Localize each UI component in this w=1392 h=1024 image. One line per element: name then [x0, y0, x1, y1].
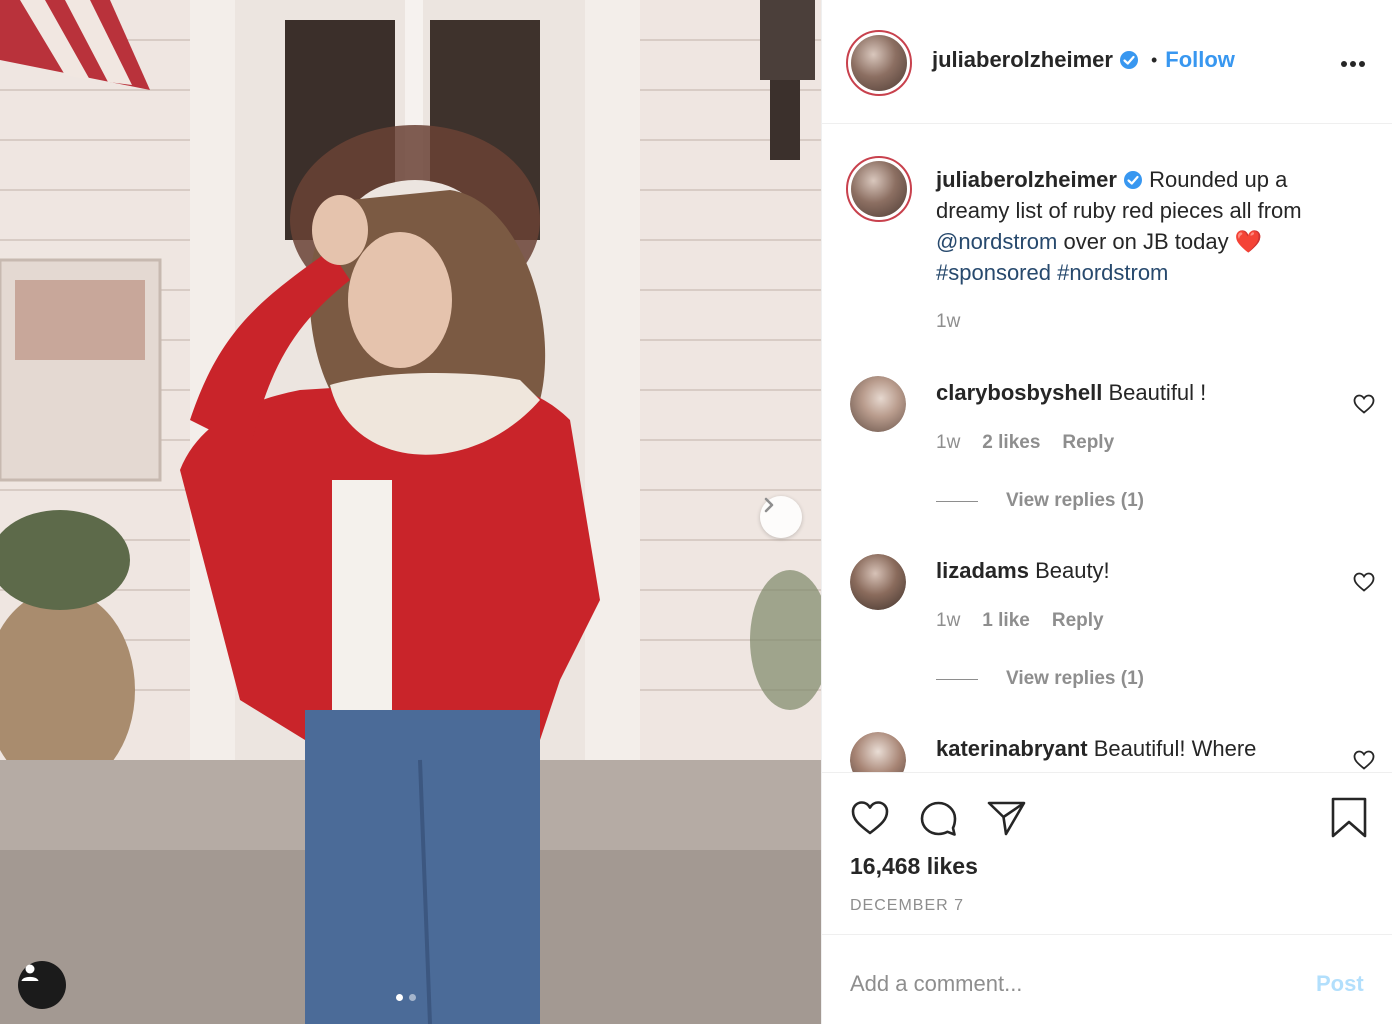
commenter-username[interactable]: clarybosbyshell	[936, 380, 1102, 405]
share-send-icon[interactable]	[984, 795, 1028, 839]
more-options-icon[interactable]	[1340, 60, 1366, 68]
comment-like-heart-icon[interactable]	[1352, 392, 1376, 416]
comment-like-heart-icon[interactable]	[1352, 748, 1376, 772]
comment-text: Beauty!	[1035, 558, 1110, 583]
likes-count[interactable]: 16,468 likes	[850, 853, 978, 880]
commenter-avatar[interactable]	[850, 376, 906, 432]
caption: juliaberolzheimer Rounded up a dreamy li…	[936, 164, 1366, 288]
photo-illustration	[0, 0, 821, 1024]
author-username[interactable]: juliaberolzheimer	[932, 47, 1113, 73]
save-bookmark-icon[interactable]	[1327, 795, 1371, 839]
comments-list[interactable]: juliaberolzheimer Rounded up a dreamy li…	[822, 124, 1392, 772]
comment-timestamp[interactable]: 1w	[936, 610, 960, 632]
comment-timestamp[interactable]: 1w	[936, 432, 960, 454]
comment-likes[interactable]: 1 like	[982, 610, 1030, 632]
hashtag-link[interactable]: #sponsored	[936, 260, 1051, 285]
comment-like-heart-icon[interactable]	[1352, 570, 1376, 594]
chevron-right-icon	[764, 497, 774, 513]
post-comment-button[interactable]: Post	[1316, 971, 1364, 997]
caption-text-2: over on JB today	[1063, 229, 1229, 254]
view-replies-button[interactable]: View replies (1)	[936, 490, 1144, 512]
caption-author-avatar[interactable]	[846, 156, 912, 222]
caption-timestamp[interactable]: 1w	[936, 311, 960, 333]
post-photo[interactable]	[0, 0, 821, 1024]
carousel-dot-active	[396, 994, 403, 1001]
reply-button[interactable]: Reply	[1052, 610, 1104, 632]
commenter-username[interactable]: lizadams	[936, 558, 1029, 583]
carousel-indicator	[396, 994, 416, 1001]
commenter-username[interactable]: katerinabryant	[936, 736, 1088, 761]
comment-input[interactable]	[850, 963, 1290, 1005]
author-avatar[interactable]	[846, 30, 912, 96]
commenter-avatar[interactable]	[850, 732, 906, 772]
reply-button[interactable]: Reply	[1062, 432, 1114, 454]
carousel-dot	[409, 994, 416, 1001]
follow-button[interactable]: Follow	[1165, 47, 1235, 73]
post-date[interactable]: DECEMBER 7	[850, 897, 964, 915]
caption-username[interactable]: juliaberolzheimer	[936, 167, 1117, 192]
post-actions: 16,468 likes DECEMBER 7	[822, 772, 1392, 934]
add-comment-bar: Post	[822, 934, 1392, 1024]
verified-badge-icon	[1123, 171, 1142, 189]
hashtag-link[interactable]: #nordstrom	[1057, 260, 1168, 285]
post-header: juliaberolzheimer • Follow	[822, 0, 1392, 124]
separator-dot: •	[1150, 49, 1158, 70]
view-replies-button[interactable]: View replies (1)	[936, 668, 1144, 690]
comment-bubble-icon[interactable]	[916, 795, 960, 839]
verified-badge-icon	[1119, 51, 1138, 69]
comment-likes[interactable]: 2 likes	[982, 432, 1040, 454]
post-side-panel: juliaberolzheimer • Follow juliaberolzhe…	[821, 0, 1392, 1024]
caption-mention-link[interactable]: @nordstrom	[936, 229, 1057, 254]
heart-emoji: ❤️	[1234, 229, 1263, 254]
user-icon	[21, 964, 39, 981]
comment-text: Beautiful! Where	[1093, 736, 1257, 761]
next-photo-button[interactable]	[760, 496, 802, 538]
commenter-avatar[interactable]	[850, 554, 906, 610]
comment-text: Beautiful !	[1108, 380, 1207, 405]
tagged-users-button[interactable]	[18, 961, 66, 1009]
like-heart-icon[interactable]	[848, 795, 892, 839]
